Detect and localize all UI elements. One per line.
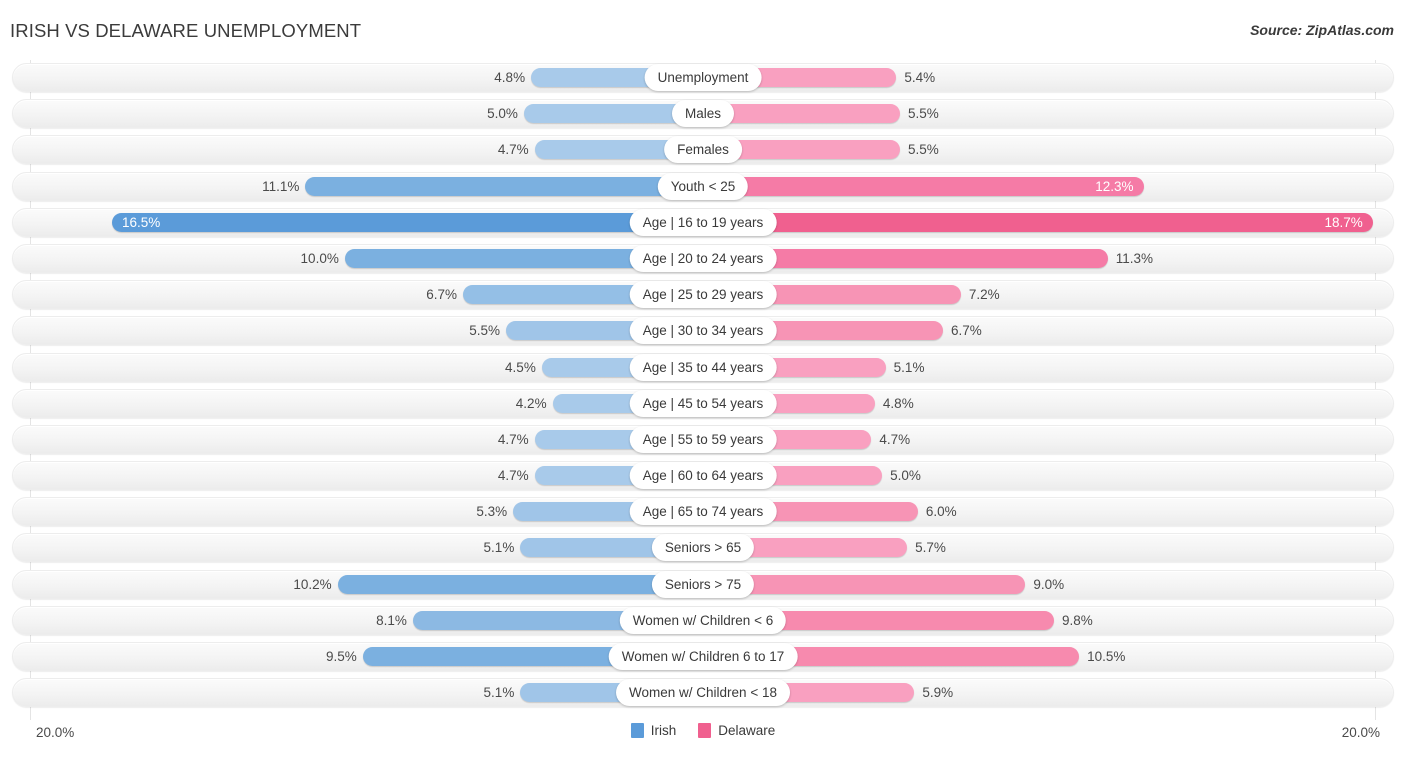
value-label-delaware: 5.7% — [915, 540, 946, 556]
bar-delaware — [703, 176, 1144, 196]
bar-row: 5.0% 5.5% Males — [0, 96, 1406, 132]
bar-row: 4.7% 5.0% Age | 60 to 64 years — [0, 458, 1406, 494]
value-label-irish: 4.7% — [497, 431, 529, 447]
legend-swatch-icon — [630, 723, 644, 738]
bar-rows-container: 4.8% 5.4% Unemployment 5.0% 5.5% Males 4.7% 5.5… — [0, 60, 1406, 711]
value-label-delaware: 12.3% — [1095, 178, 1134, 194]
category-label: Seniors > 75 — [651, 570, 755, 598]
value-label-delaware: 4.8% — [882, 395, 914, 411]
value-label-delaware: 5.1% — [893, 359, 925, 375]
value-label-irish: 10.0% — [300, 250, 339, 266]
chart-plot-area: 4.8% 5.4% Unemployment 5.0% 5.5% Males 4.7% 5.5… — [0, 60, 1406, 720]
category-label: Age | 55 to 59 years — [629, 425, 777, 453]
bar-row: 4.8% 5.4% Unemployment — [0, 60, 1406, 96]
bar-row: 5.1% 5.9% Women w/ Children < 18 — [0, 675, 1406, 711]
category-label: Age | 30 to 34 years — [629, 317, 777, 345]
bar-row: 5.1% 5.7% Seniors > 65 — [0, 530, 1406, 566]
bar-row: 4.7% 4.7% Age | 55 to 59 years — [0, 422, 1406, 458]
value-label-delaware: 5.5% — [908, 142, 939, 158]
value-label-delaware: 9.0% — [1033, 576, 1065, 592]
bar-row: 10.2% 9.0% Seniors > 75 — [0, 567, 1406, 603]
value-label-irish: 4.2% — [515, 395, 547, 411]
value-label-irish: 4.7% — [497, 468, 529, 484]
legend-label: Irish — [650, 723, 677, 738]
value-label-delaware: 7.2% — [968, 287, 1000, 303]
category-label: Women w/ Children < 18 — [616, 679, 790, 707]
value-label-irish: 4.5% — [505, 359, 536, 375]
category-label: Age | 20 to 24 years — [629, 244, 777, 272]
bar-row: 4.5% 5.1% Age | 35 to 44 years — [0, 350, 1406, 386]
value-label-irish: 5.3% — [476, 504, 508, 520]
value-label-delaware: 5.5% — [908, 106, 939, 122]
bar-row: 5.5% 6.7% Age | 30 to 34 years — [0, 313, 1406, 349]
bar-row: 4.2% 4.8% Age | 45 to 54 years — [0, 386, 1406, 422]
bar-irish — [337, 574, 703, 594]
value-label-delaware: 5.4% — [904, 70, 936, 85]
value-label-irish: 6.7% — [426, 287, 458, 303]
chart-page: IRISH VS DELAWARE UNEMPLOYMENT Source: Z… — [0, 0, 1406, 757]
value-label-irish: 8.1% — [376, 612, 407, 628]
category-label: Age | 25 to 29 years — [629, 281, 777, 309]
category-label: Age | 16 to 19 years — [629, 208, 777, 236]
value-label-delaware: 6.7% — [950, 323, 982, 339]
bar-row: 11.1% 12.3% Youth < 25 — [0, 169, 1406, 205]
value-label-delaware: 11.3% — [1115, 250, 1154, 266]
category-label: Youth < 25 — [657, 172, 749, 200]
category-label: Females — [664, 136, 742, 164]
bar-irish — [305, 176, 703, 196]
value-label-delaware: 9.8% — [1062, 612, 1093, 628]
bar-row: 4.7% 5.5% Females — [0, 132, 1406, 168]
chart-legend: Irish Delaware — [0, 723, 1406, 738]
category-label: Women w/ Children < 6 — [619, 606, 787, 634]
chart-footer: 20.0% 20.0% Irish Delaware — [0, 718, 1406, 757]
value-label-delaware: 10.5% — [1087, 649, 1126, 664]
bar-row: 5.3% 6.0% Age | 65 to 74 years — [0, 494, 1406, 530]
value-label-irish: 5.0% — [487, 106, 518, 122]
category-label: Males — [671, 100, 735, 128]
value-label-irish: 10.2% — [293, 576, 332, 592]
value-label-delaware: 5.0% — [890, 468, 921, 484]
value-label-delaware: 18.7% — [1324, 214, 1363, 230]
value-label-irish: 16.5% — [122, 214, 161, 230]
category-label: Unemployment — [644, 64, 762, 91]
category-label: Age | 35 to 44 years — [629, 353, 777, 381]
value-label-irish: 4.8% — [494, 70, 526, 85]
bar-delaware — [703, 212, 1373, 232]
source-attribution: Source: ZipAtlas.com — [1250, 22, 1394, 38]
value-label-irish: 5.5% — [469, 323, 500, 339]
category-label: Seniors > 65 — [651, 534, 755, 562]
category-label: Women w/ Children 6 to 17 — [608, 643, 798, 670]
value-label-delaware: 4.7% — [879, 431, 911, 447]
value-label-irish: 11.1% — [262, 178, 300, 194]
value-label-irish: 9.5% — [325, 649, 357, 664]
legend-swatch-icon — [698, 723, 712, 738]
category-label: Age | 65 to 74 years — [629, 498, 777, 526]
category-label: Age | 45 to 54 years — [629, 389, 777, 417]
bar-irish — [112, 212, 703, 232]
value-label-delaware: 6.0% — [925, 504, 957, 520]
bar-row: 10.0% 11.3% Age | 20 to 24 years — [0, 241, 1406, 277]
page-title: IRISH VS DELAWARE UNEMPLOYMENT — [10, 20, 362, 41]
value-label-irish: 5.1% — [483, 685, 515, 701]
value-label-irish: 4.7% — [497, 142, 529, 158]
bar-row: 8.1% 9.8% Women w/ Children < 6 — [0, 603, 1406, 639]
category-label: Age | 60 to 64 years — [629, 462, 777, 490]
bar-row: 16.5% 18.7% Age | 16 to 19 years — [0, 205, 1406, 241]
value-label-irish: 5.1% — [483, 540, 515, 556]
bar-row: 9.5% 10.5% Women w/ Children 6 to 17 — [0, 639, 1406, 675]
legend-item[interactable]: Delaware — [698, 723, 775, 738]
legend-label: Delaware — [718, 723, 776, 738]
value-label-delaware: 5.9% — [922, 685, 954, 701]
chart-header: IRISH VS DELAWARE UNEMPLOYMENT Source: Z… — [0, 0, 1406, 60]
bar-row: 6.7% 7.2% Age | 25 to 29 years — [0, 277, 1406, 313]
legend-item[interactable]: Irish — [630, 723, 677, 738]
